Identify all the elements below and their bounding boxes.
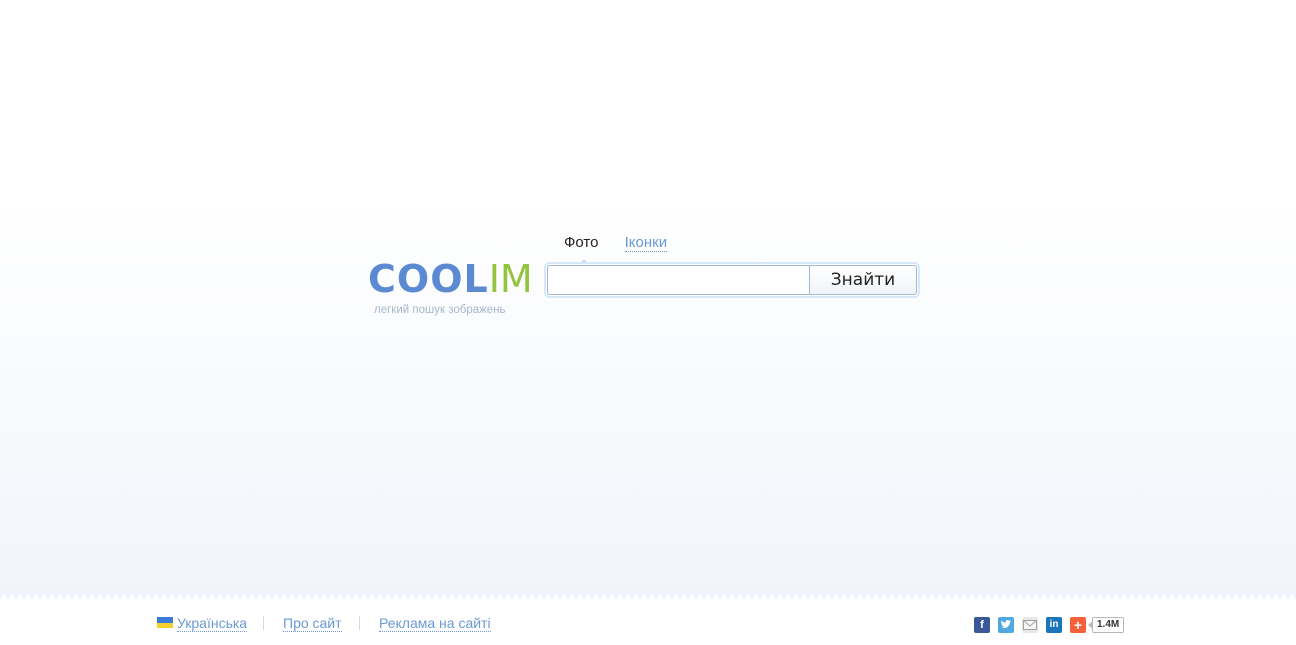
footer-divider [263, 616, 264, 630]
main-area: COOLIM легкий пошук зображень Фото Іконк… [0, 0, 1296, 600]
share-count-badge: 1.4M [1087, 617, 1125, 633]
about-link[interactable]: Про сайт [283, 615, 342, 632]
mail-icon[interactable] [1022, 617, 1038, 633]
linkedin-icon[interactable]: in [1046, 617, 1062, 633]
logo-cool: COOL [368, 257, 489, 301]
logo-im: IM [488, 257, 533, 301]
language-link[interactable]: Українська [177, 615, 248, 632]
search-tabs: Фото Іконки [564, 234, 689, 265]
ukraine-flag-icon [157, 617, 173, 628]
search-box: Знайти [546, 264, 918, 296]
tab-photo[interactable]: Фото [564, 234, 598, 265]
tab-icons[interactable]: Іконки [624, 234, 668, 252]
addthis-icon[interactable]: + [1070, 617, 1086, 633]
logo[interactable]: COOLIM легкий пошук зображень [368, 256, 533, 316]
footer-divider [359, 616, 360, 630]
logo-wordmark: COOLIM [368, 256, 533, 302]
advertising-link[interactable]: Реклама на сайті [379, 615, 491, 632]
search-button[interactable]: Знайти [809, 265, 917, 295]
facebook-icon[interactable]: f [974, 617, 990, 633]
twitter-icon[interactable] [998, 617, 1014, 633]
search-input[interactable] [547, 265, 818, 295]
logo-tagline: легкий пошук зображень [374, 304, 506, 316]
